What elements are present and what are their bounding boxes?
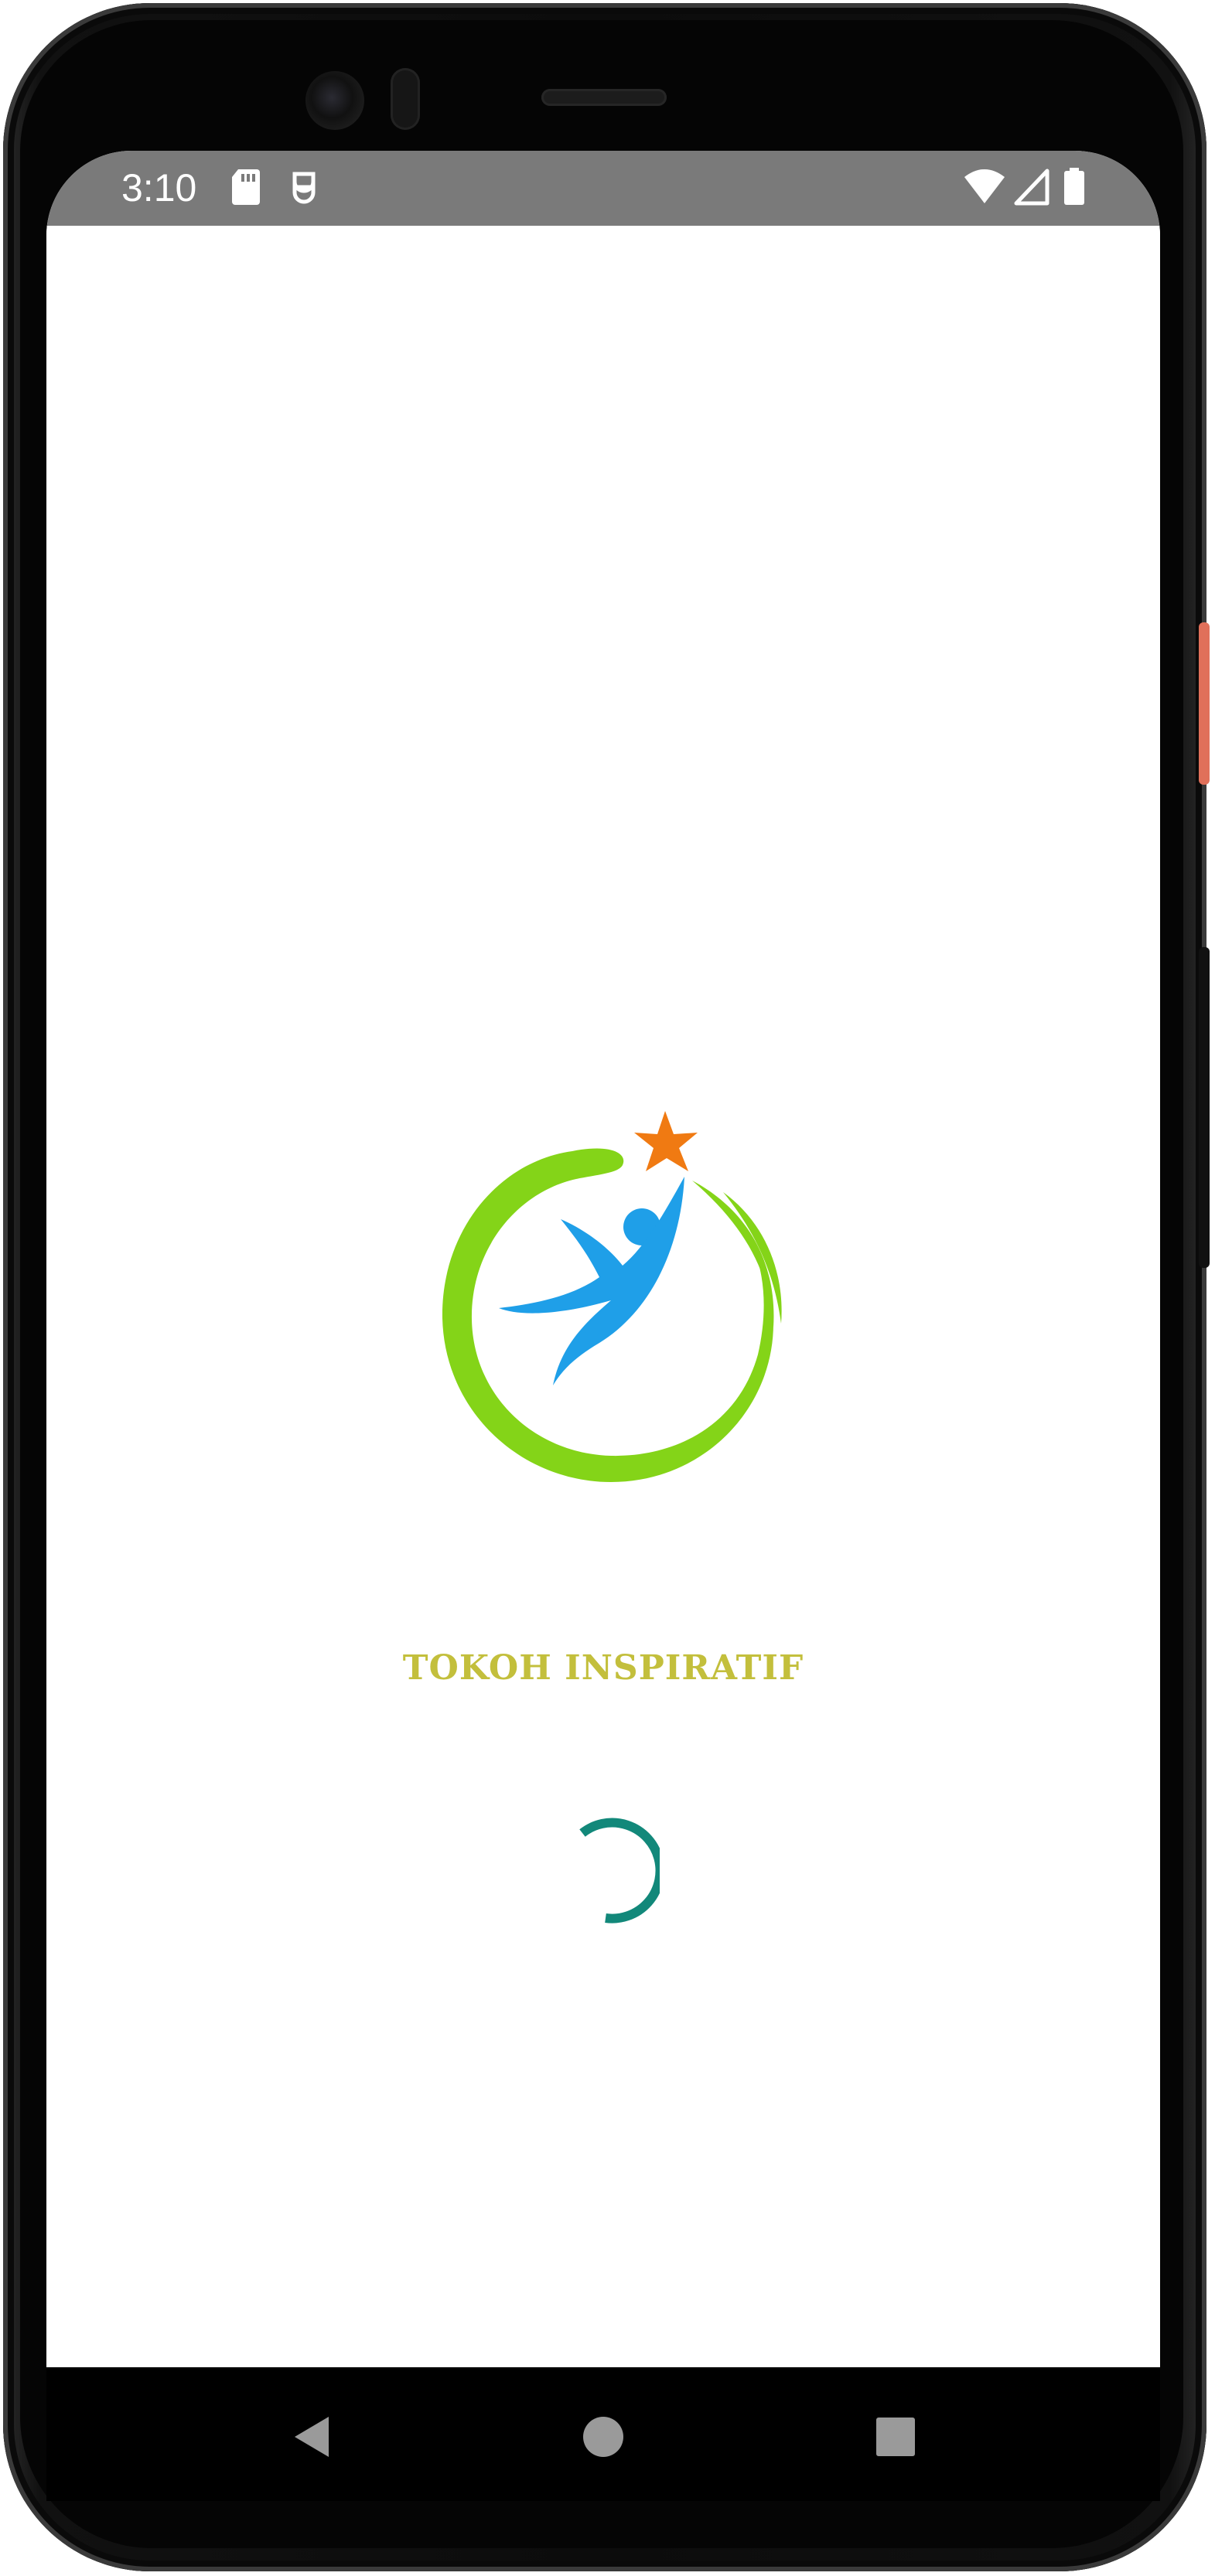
recents-icon	[876, 2418, 915, 2456]
earpiece-speaker	[541, 89, 667, 106]
power-key	[1199, 622, 1210, 785]
sd-card-icon	[232, 169, 260, 205]
cellular-signal-icon	[1014, 169, 1049, 206]
app-title: TOKOH INSPIRATIF	[402, 1648, 804, 1688]
front-camera	[305, 71, 364, 130]
home-icon	[583, 2417, 623, 2457]
proximity-sensor	[391, 68, 420, 130]
splash-screen: TOKOH INSPIRATIF	[46, 226, 1160, 2367]
status-time: 3:10	[121, 166, 197, 210]
back-icon	[295, 2417, 329, 2457]
battery-icon	[1064, 168, 1084, 205]
debug-icon	[292, 172, 316, 204]
app-logo-icon	[442, 1111, 782, 1482]
nav-recents-button[interactable]	[869, 2410, 923, 2464]
screen: 3:10 TOKOH INSPIRATIF	[46, 151, 1160, 2501]
volume-key	[1199, 947, 1210, 1268]
nav-home-button[interactable]	[576, 2410, 630, 2464]
device-screenshot: 3:10 TOKOH INSPIRATIF	[0, 0, 1215, 2576]
loading-spinner	[579, 1818, 660, 1923]
nav-back-button[interactable]	[285, 2410, 339, 2464]
wifi-icon	[964, 169, 1005, 203]
status-bar: 3:10	[46, 151, 1160, 226]
navigation-bar	[46, 2367, 1160, 2501]
